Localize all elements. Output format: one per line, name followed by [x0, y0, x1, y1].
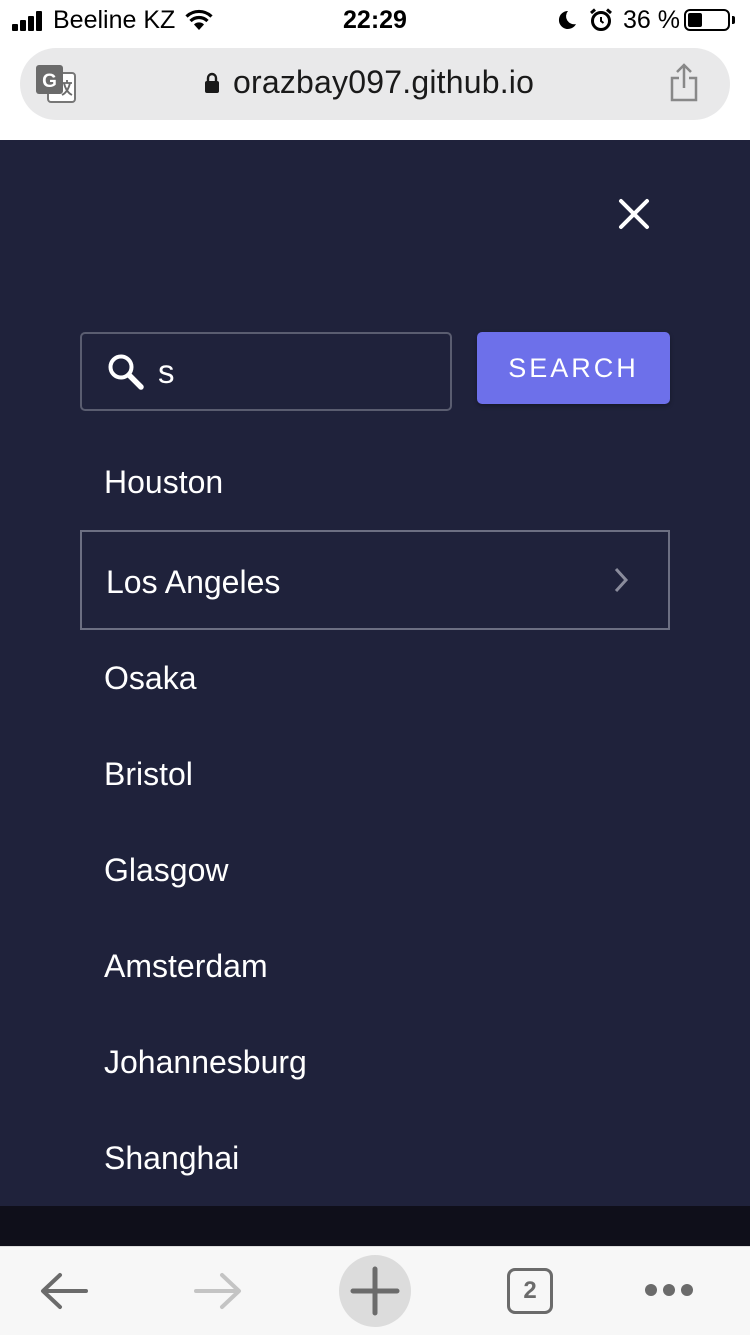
- battery-icon: [684, 9, 730, 31]
- search-icon: [108, 354, 144, 390]
- city-label: Johannesburg: [104, 1044, 307, 1080]
- close-icon[interactable]: [612, 192, 656, 236]
- page-footer-strip: [0, 1206, 750, 1246]
- search-input[interactable]: [158, 344, 438, 400]
- new-tab-button[interactable]: [339, 1255, 411, 1327]
- back-arrow-icon[interactable]: [38, 1267, 90, 1315]
- plus-icon: [350, 1266, 400, 1316]
- city-label: Glasgow: [104, 852, 229, 888]
- search-box[interactable]: [80, 332, 452, 411]
- share-icon[interactable]: [668, 63, 700, 103]
- search-overlay: SEARCH Houston Los Angeles Osaka Bristol…: [0, 140, 750, 1206]
- url-text[interactable]: orazbay097.github.io: [233, 64, 534, 101]
- city-item-amsterdam[interactable]: Amsterdam: [80, 918, 670, 1014]
- moon-icon: [558, 10, 576, 29]
- lock-icon: [205, 72, 219, 93]
- city-item-houston[interactable]: Houston: [80, 434, 670, 530]
- translate-icon[interactable]: G: [35, 63, 77, 105]
- city-item-johannesburg[interactable]: Johannesburg: [80, 1014, 670, 1110]
- chevron-right-icon: [614, 567, 629, 593]
- city-item-bristol[interactable]: Bristol: [80, 726, 670, 822]
- status-bar: Beeline KZ 22:29 36 %: [0, 0, 750, 42]
- city-label: Amsterdam: [104, 948, 268, 984]
- city-item-shanghai[interactable]: Shanghai: [80, 1110, 670, 1206]
- battery-level-fill: [688, 13, 702, 27]
- forward-arrow-icon[interactable]: [192, 1267, 244, 1315]
- city-label: Los Angeles: [106, 564, 281, 600]
- city-label: Osaka: [104, 660, 197, 696]
- city-label: Shanghai: [104, 1140, 240, 1176]
- city-item-los-angeles[interactable]: Los Angeles: [80, 530, 670, 630]
- battery-cap: [732, 16, 735, 24]
- tabs-icon[interactable]: 2: [507, 1268, 553, 1314]
- city-item-osaka[interactable]: Osaka: [80, 630, 670, 726]
- search-button[interactable]: SEARCH: [477, 332, 670, 404]
- address-bar[interactable]: G orazbay097.github.io: [20, 48, 730, 120]
- city-item-glasgow[interactable]: Glasgow: [80, 822, 670, 918]
- city-label: Bristol: [104, 756, 193, 792]
- battery-percent: 36 %: [623, 6, 680, 34]
- alarm-icon: [590, 8, 612, 31]
- more-icon[interactable]: [645, 1283, 699, 1301]
- city-label: Houston: [104, 464, 224, 500]
- city-suggestion-list: Houston Los Angeles Osaka Bristol Glasgo…: [80, 434, 670, 1206]
- svg-text:G: G: [42, 71, 57, 92]
- browser-toolbar: 2: [0, 1246, 750, 1335]
